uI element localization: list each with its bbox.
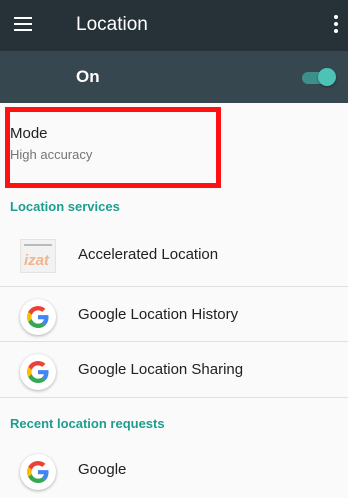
- google-location-sharing-item[interactable]: Google Location Sharing: [0, 342, 348, 398]
- location-toggle[interactable]: [302, 68, 336, 86]
- svg-text:izat: izat: [24, 252, 50, 269]
- app-bar: Location: [0, 0, 348, 51]
- google-location-sharing-label: Google Location Sharing: [78, 361, 244, 378]
- google-g-icon: [20, 299, 56, 335]
- mode-title: Mode: [10, 125, 48, 142]
- master-switch-label: On: [76, 67, 100, 86]
- mode-preference[interactable]: Mode High accuracy: [0, 103, 348, 189]
- izat-icon: izat: [20, 239, 56, 273]
- google-request-item[interactable]: Google: [0, 442, 348, 498]
- google-request-label: Google: [78, 461, 127, 478]
- more-vert-icon[interactable]: [334, 15, 338, 33]
- mode-summary: High accuracy: [10, 147, 93, 162]
- page-title: Location: [76, 14, 148, 35]
- accelerated-location-label: Accelerated Location: [78, 246, 219, 263]
- google-location-history-item[interactable]: Google Location History: [0, 287, 348, 343]
- accelerated-location-item[interactable]: izat Accelerated Location: [0, 227, 348, 283]
- recent-requests-header: Recent location requests: [10, 416, 165, 431]
- google-g-icon: [20, 354, 56, 390]
- google-g-icon: [20, 454, 56, 490]
- google-location-history-label: Google Location History: [78, 306, 239, 323]
- master-switch-bar[interactable]: On: [0, 51, 348, 103]
- toggle-thumb: [318, 68, 336, 86]
- location-services-header: Location services: [10, 199, 120, 214]
- hamburger-menu-icon[interactable]: [14, 17, 32, 31]
